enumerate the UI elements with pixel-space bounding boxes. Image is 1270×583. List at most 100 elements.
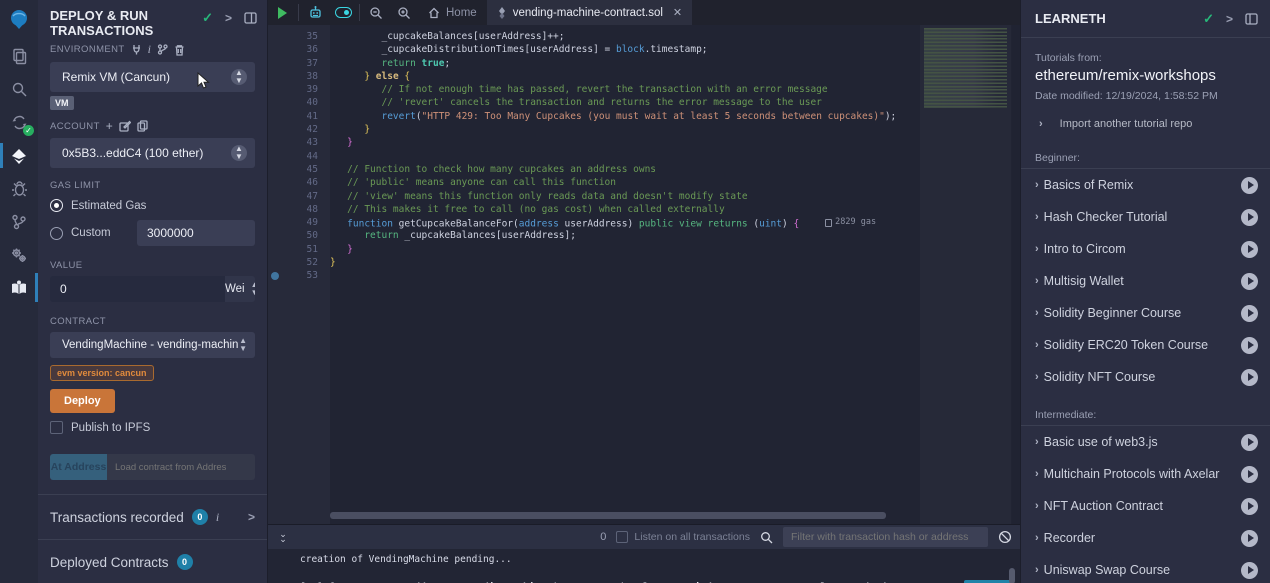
at-address-button[interactable]: At Address <box>50 454 107 480</box>
remix-logo[interactable] <box>0 0 38 40</box>
code-line-48[interactable]: 48 // This makes it free to call (no gas… <box>268 203 1020 216</box>
tab-vending-machine-contract[interactable]: vending-machine-contract.sol ✕ <box>487 0 692 25</box>
pin-panel-icon[interactable] <box>244 12 257 24</box>
debugger-icon[interactable] <box>0 172 38 205</box>
play-tutorial-icon[interactable] <box>1241 305 1258 322</box>
zoom-in-icon[interactable] <box>390 0 418 25</box>
load-contract-address-input[interactable] <box>107 454 255 480</box>
code-line-47[interactable]: 47 // 'view' means this function only re… <box>268 190 1020 203</box>
custom-gas-option[interactable]: Custom <box>50 220 255 246</box>
copilot-toggle[interactable] <box>329 0 357 25</box>
chevron-right-icon[interactable]: › <box>1035 307 1039 319</box>
play-tutorial-icon[interactable] <box>1241 562 1258 579</box>
copy-account-icon[interactable] <box>137 120 148 132</box>
tutorial-item-basic-use-of-web3-js[interactable]: ›Basic use of web3.js <box>1021 426 1270 458</box>
code-line-43[interactable]: 43 } <box>268 136 1020 149</box>
tutorial-item-solidity-nft-course[interactable]: ›Solidity NFT Course <box>1021 361 1270 393</box>
tutorial-item-intro-to-circom[interactable]: ›Intro to Circom <box>1021 233 1270 265</box>
tutorial-item-multisig-wallet[interactable]: ›Multisig Wallet <box>1021 265 1270 297</box>
deployed-contracts-row[interactable]: Deployed Contracts 0 <box>38 540 267 583</box>
publish-ipfs-option[interactable]: Publish to IPFS <box>50 421 255 434</box>
tutorial-item-nft-auction-contract[interactable]: ›NFT Auction Contract <box>1021 490 1270 522</box>
chevron-right-icon[interactable]: › <box>1035 243 1039 255</box>
play-tutorial-icon[interactable] <box>1241 337 1258 354</box>
play-tutorial-icon[interactable] <box>1241 209 1258 226</box>
import-tutorial-repo[interactable]: › Import another tutorial repo <box>1021 102 1270 136</box>
code-line-52[interactable]: 52} <box>268 256 1020 269</box>
fork-environment-icon[interactable] <box>157 44 168 55</box>
chevron-right-icon[interactable]: › <box>1035 500 1039 512</box>
code-line-37[interactable]: 37 return true; <box>268 57 1020 70</box>
panel-expand-icon[interactable]: > <box>225 11 232 25</box>
source-control-icon[interactable] <box>0 205 38 238</box>
code-line-35[interactable]: 35 _cupcakeBalances[userAddress]++; <box>268 30 1020 43</box>
transactions-expand-icon[interactable]: > <box>248 510 255 524</box>
play-tutorial-icon[interactable] <box>1241 434 1258 451</box>
tutorial-item-solidity-beginner-course[interactable]: ›Solidity Beginner Course <box>1021 297 1270 329</box>
clear-terminal-icon[interactable] <box>998 530 1012 544</box>
account-select[interactable]: 0x5B3...eddC4 (100 ether) ▲▼ <box>50 138 255 168</box>
code-area[interactable]: 35 _cupcakeBalances[userAddress]++;36 _c… <box>268 25 1020 524</box>
code-line-51[interactable]: 51 } <box>268 243 1020 256</box>
code-line-39[interactable]: 39 // If not enough time has passed, rev… <box>268 83 1020 96</box>
learneth-expand-icon[interactable]: > <box>1226 12 1233 26</box>
tutorial-item-solidity-erc20-token-course[interactable]: ›Solidity ERC20 Token Course <box>1021 329 1270 361</box>
delete-environment-icon[interactable] <box>174 44 185 56</box>
tutorial-item-multichain-protocols-with-axelar[interactable]: ›Multichain Protocols with Axelar <box>1021 458 1270 490</box>
code-line-53[interactable]: 53 <box>268 269 1020 282</box>
code-line-50[interactable]: 50 return _cupcakeBalances[userAddress]; <box>268 229 1020 242</box>
run-script-button[interactable] <box>268 0 296 25</box>
code-line-36[interactable]: 36 _cupcakeDistributionTimes[userAddress… <box>268 43 1020 56</box>
tutorial-item-basics-of-remix[interactable]: ›Basics of Remix <box>1021 169 1270 201</box>
close-tab-icon[interactable]: ✕ <box>673 6 682 19</box>
chevron-right-icon[interactable]: › <box>1035 371 1039 383</box>
code-line-38[interactable]: 38 } else { <box>268 70 1020 83</box>
transactions-recorded-row[interactable]: Transactions recorded 0 i > <box>38 495 267 539</box>
chevron-right-icon[interactable]: › <box>1035 339 1039 351</box>
chevron-right-icon[interactable]: › <box>1035 468 1039 480</box>
terminal-output[interactable]: creation of VendingMachine pending... [v… <box>268 549 1020 583</box>
estimated-gas-radio[interactable] <box>50 199 63 212</box>
zoom-out-icon[interactable] <box>362 0 390 25</box>
plug-icon[interactable] <box>131 44 142 55</box>
code-line-49[interactable]: 49 function getCupcakeBalanceFor(address… <box>268 216 1020 229</box>
estimated-gas-option[interactable]: Estimated Gas <box>50 199 255 212</box>
tutorial-item-recorder[interactable]: ›Recorder <box>1021 522 1270 554</box>
chevron-right-icon[interactable]: › <box>1035 436 1039 448</box>
play-tutorial-icon[interactable] <box>1241 241 1258 258</box>
chevron-right-icon[interactable]: › <box>1035 211 1039 223</box>
terminal-search-icon[interactable] <box>760 531 773 544</box>
add-account-icon[interactable]: + <box>106 119 113 133</box>
tutorial-item-hash-checker-tutorial[interactable]: ›Hash Checker Tutorial <box>1021 201 1270 233</box>
deploy-button[interactable]: Deploy <box>50 389 115 413</box>
terminal-scrollbar[interactable] <box>1009 568 1015 583</box>
contract-select[interactable]: VendingMachine - vending-machin ▲▼ <box>50 332 255 358</box>
solidity-compiler-icon[interactable]: ✓ <box>0 106 38 139</box>
play-tutorial-icon[interactable] <box>1241 273 1258 290</box>
play-tutorial-icon[interactable] <box>1241 369 1258 386</box>
chevron-right-icon[interactable]: › <box>1035 532 1039 544</box>
chevron-right-icon[interactable]: › <box>1035 564 1039 576</box>
tutorial-item-uniswap-swap-course[interactable]: ›Uniswap Swap Course <box>1021 554 1270 583</box>
deploy-run-icon[interactable] <box>0 139 38 172</box>
value-input[interactable] <box>50 276 225 302</box>
code-line-41[interactable]: 41 revert("HTTP 429: Too Many Cupcakes (… <box>268 110 1020 123</box>
code-line-42[interactable]: 42 } <box>268 123 1020 136</box>
value-unit-select[interactable]: Wei ▲▼ <box>225 276 255 302</box>
chevron-right-icon[interactable]: › <box>1035 275 1039 287</box>
plugin-manager-icon[interactable] <box>0 238 38 271</box>
editor-horizontal-scrollbar[interactable] <box>330 512 886 519</box>
transactions-info-icon[interactable]: i <box>216 510 219 525</box>
code-line-45[interactable]: 45 // Function to check how many cupcake… <box>268 163 1020 176</box>
play-tutorial-icon[interactable] <box>1241 177 1258 194</box>
publish-ipfs-checkbox[interactable] <box>50 421 63 434</box>
remixai-copilot-icon[interactable] <box>301 0 329 25</box>
code-line-40[interactable]: 40 // 'revert' cancels the transaction a… <box>268 96 1020 109</box>
editor-vertical-scrollbar[interactable] <box>1012 25 1020 524</box>
terminal-filter-input[interactable] <box>783 527 988 547</box>
play-tutorial-icon[interactable] <box>1241 466 1258 483</box>
gas-estimate-hint[interactable]: 2829 gas <box>825 216 876 229</box>
code-line-46[interactable]: 46 // 'public' means anyone can call thi… <box>268 176 1020 189</box>
code-line-44[interactable]: 44 <box>268 150 1020 163</box>
custom-gas-input[interactable] <box>137 220 255 246</box>
